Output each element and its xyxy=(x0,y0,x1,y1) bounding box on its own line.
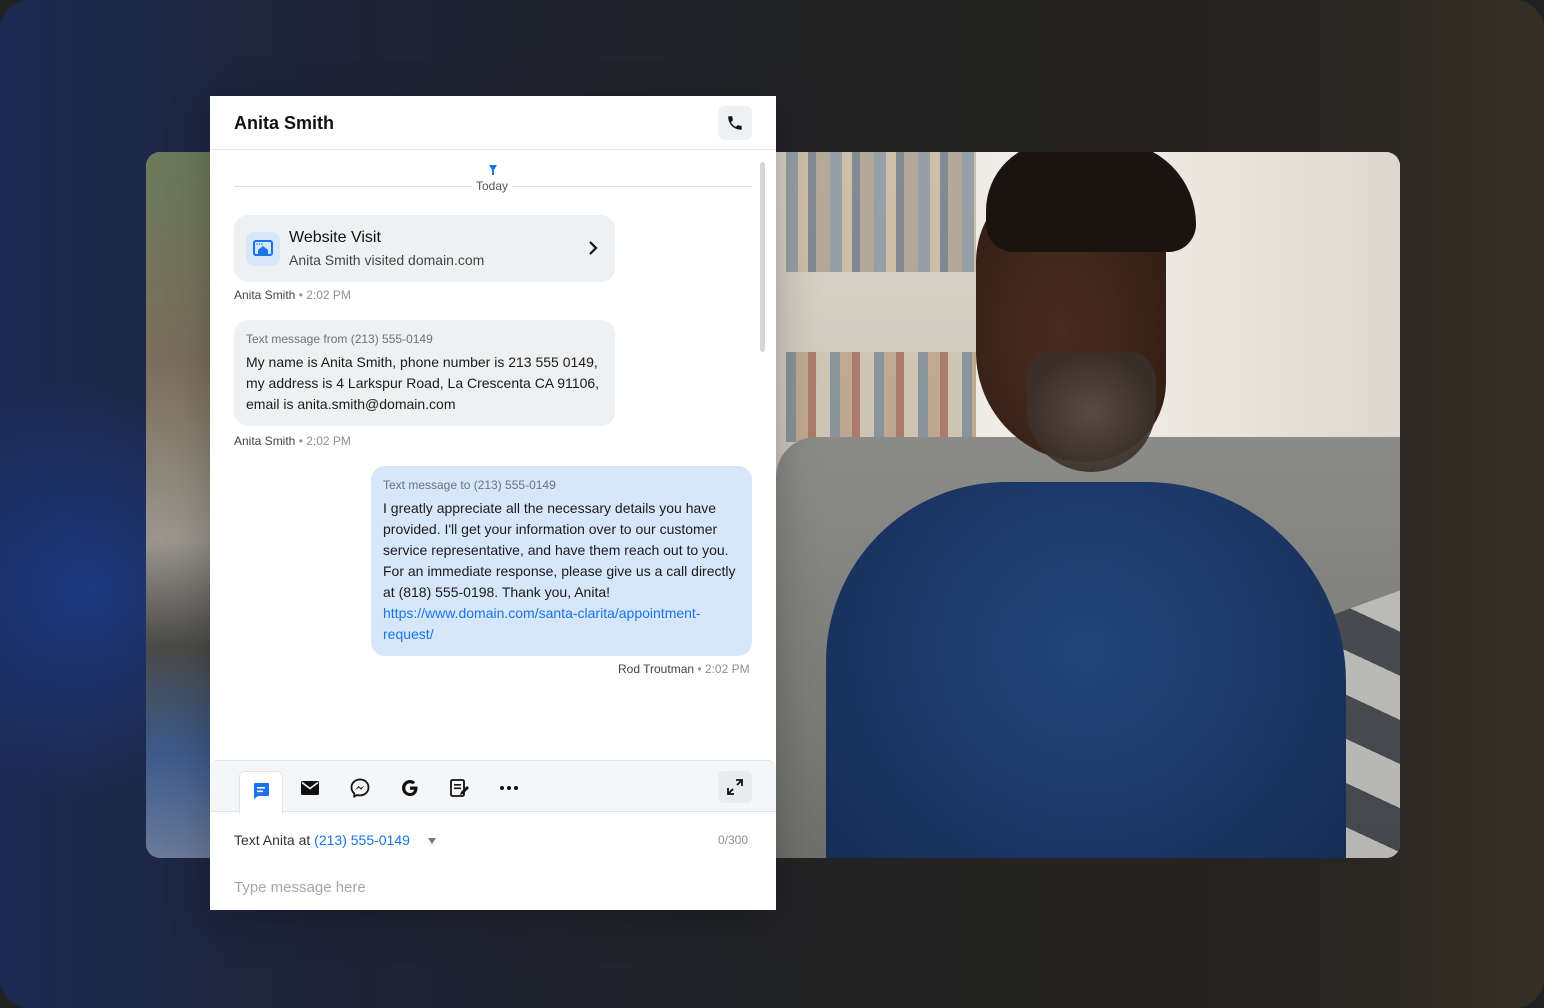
website-icon xyxy=(246,232,280,266)
message-input[interactable]: Type message here xyxy=(234,879,366,896)
incoming-message: Text message from (213) 555-0149 My name… xyxy=(234,320,615,426)
channel-toolbar xyxy=(210,760,776,814)
messenger-icon xyxy=(350,778,370,798)
note-tab[interactable] xyxy=(442,771,476,805)
visit-author: Anita Smith xyxy=(234,288,296,302)
caret-down-icon[interactable] xyxy=(428,838,436,844)
call-button[interactable] xyxy=(718,106,752,140)
thread-scrollbar[interactable] xyxy=(760,162,765,352)
more-tab[interactable] xyxy=(492,771,526,805)
incoming-meta: Anita Smith • 2:02 PM xyxy=(234,434,351,448)
expand-button[interactable] xyxy=(718,771,752,803)
messenger-tab[interactable] xyxy=(343,771,377,805)
note-icon xyxy=(450,779,469,797)
google-tab[interactable] xyxy=(393,771,427,805)
email-icon xyxy=(301,781,319,795)
conversation-panel: Anita Smith Today Website Visit Anita Sm… xyxy=(210,96,776,910)
incoming-author: Anita Smith xyxy=(234,434,296,448)
sms-tab[interactable] xyxy=(239,771,283,814)
outgoing-text: I greatly appreciate all the necessary d… xyxy=(383,500,736,600)
visit-title: Website Visit xyxy=(289,229,381,246)
google-icon xyxy=(402,780,418,796)
more-icon xyxy=(500,786,518,790)
composer: Text Anita at (213) 555-0149 0/300 Type … xyxy=(210,760,776,910)
background-stage: Anita Smith Today Website Visit Anita Sm… xyxy=(0,0,1544,1008)
visit-meta: Anita Smith • 2:02 PM xyxy=(234,288,351,302)
chevron-right-icon xyxy=(589,241,598,255)
panel-header: Anita Smith xyxy=(210,96,776,150)
phone-icon xyxy=(728,116,742,130)
website-visit-card[interactable]: Website Visit Anita Smith visited domain… xyxy=(234,215,615,282)
visit-time: • 2:02 PM xyxy=(298,288,351,302)
outgoing-message: Text message to (213) 555-0149 I greatly… xyxy=(371,466,752,656)
recipient-selector[interactable]: Text Anita at (213) 555-0149 xyxy=(234,832,410,848)
day-label: Today xyxy=(472,179,513,193)
message-thread[interactable]: Today Website Visit Anita Smith visited … xyxy=(210,150,776,760)
incoming-text: My name is Anita Smith, phone number is … xyxy=(246,354,600,412)
email-tab[interactable] xyxy=(293,771,327,805)
recipient-prefix: Text Anita at xyxy=(234,832,311,848)
pin-icon xyxy=(489,165,497,175)
incoming-label: Text message from (213) 555-0149 xyxy=(246,332,433,346)
contact-name: Anita Smith xyxy=(234,113,335,133)
outgoing-label: Text message to (213) 555-0149 xyxy=(383,478,556,492)
outgoing-time: • 2:02 PM xyxy=(697,662,750,676)
sms-icon xyxy=(254,783,269,799)
visit-subtitle: Anita Smith visited domain.com xyxy=(289,252,485,268)
outgoing-meta: Rod Troutman • 2:02 PM xyxy=(618,662,750,676)
recipient-number[interactable]: (213) 555-0149 xyxy=(314,832,410,848)
expand-icon xyxy=(727,779,743,795)
outgoing-author: Rod Troutman xyxy=(618,662,695,676)
character-counter: 0/300 xyxy=(718,833,749,847)
incoming-time: • 2:02 PM xyxy=(298,434,351,448)
appointment-link[interactable]: https://www.domain.com/santa-clarita/app… xyxy=(383,603,740,645)
